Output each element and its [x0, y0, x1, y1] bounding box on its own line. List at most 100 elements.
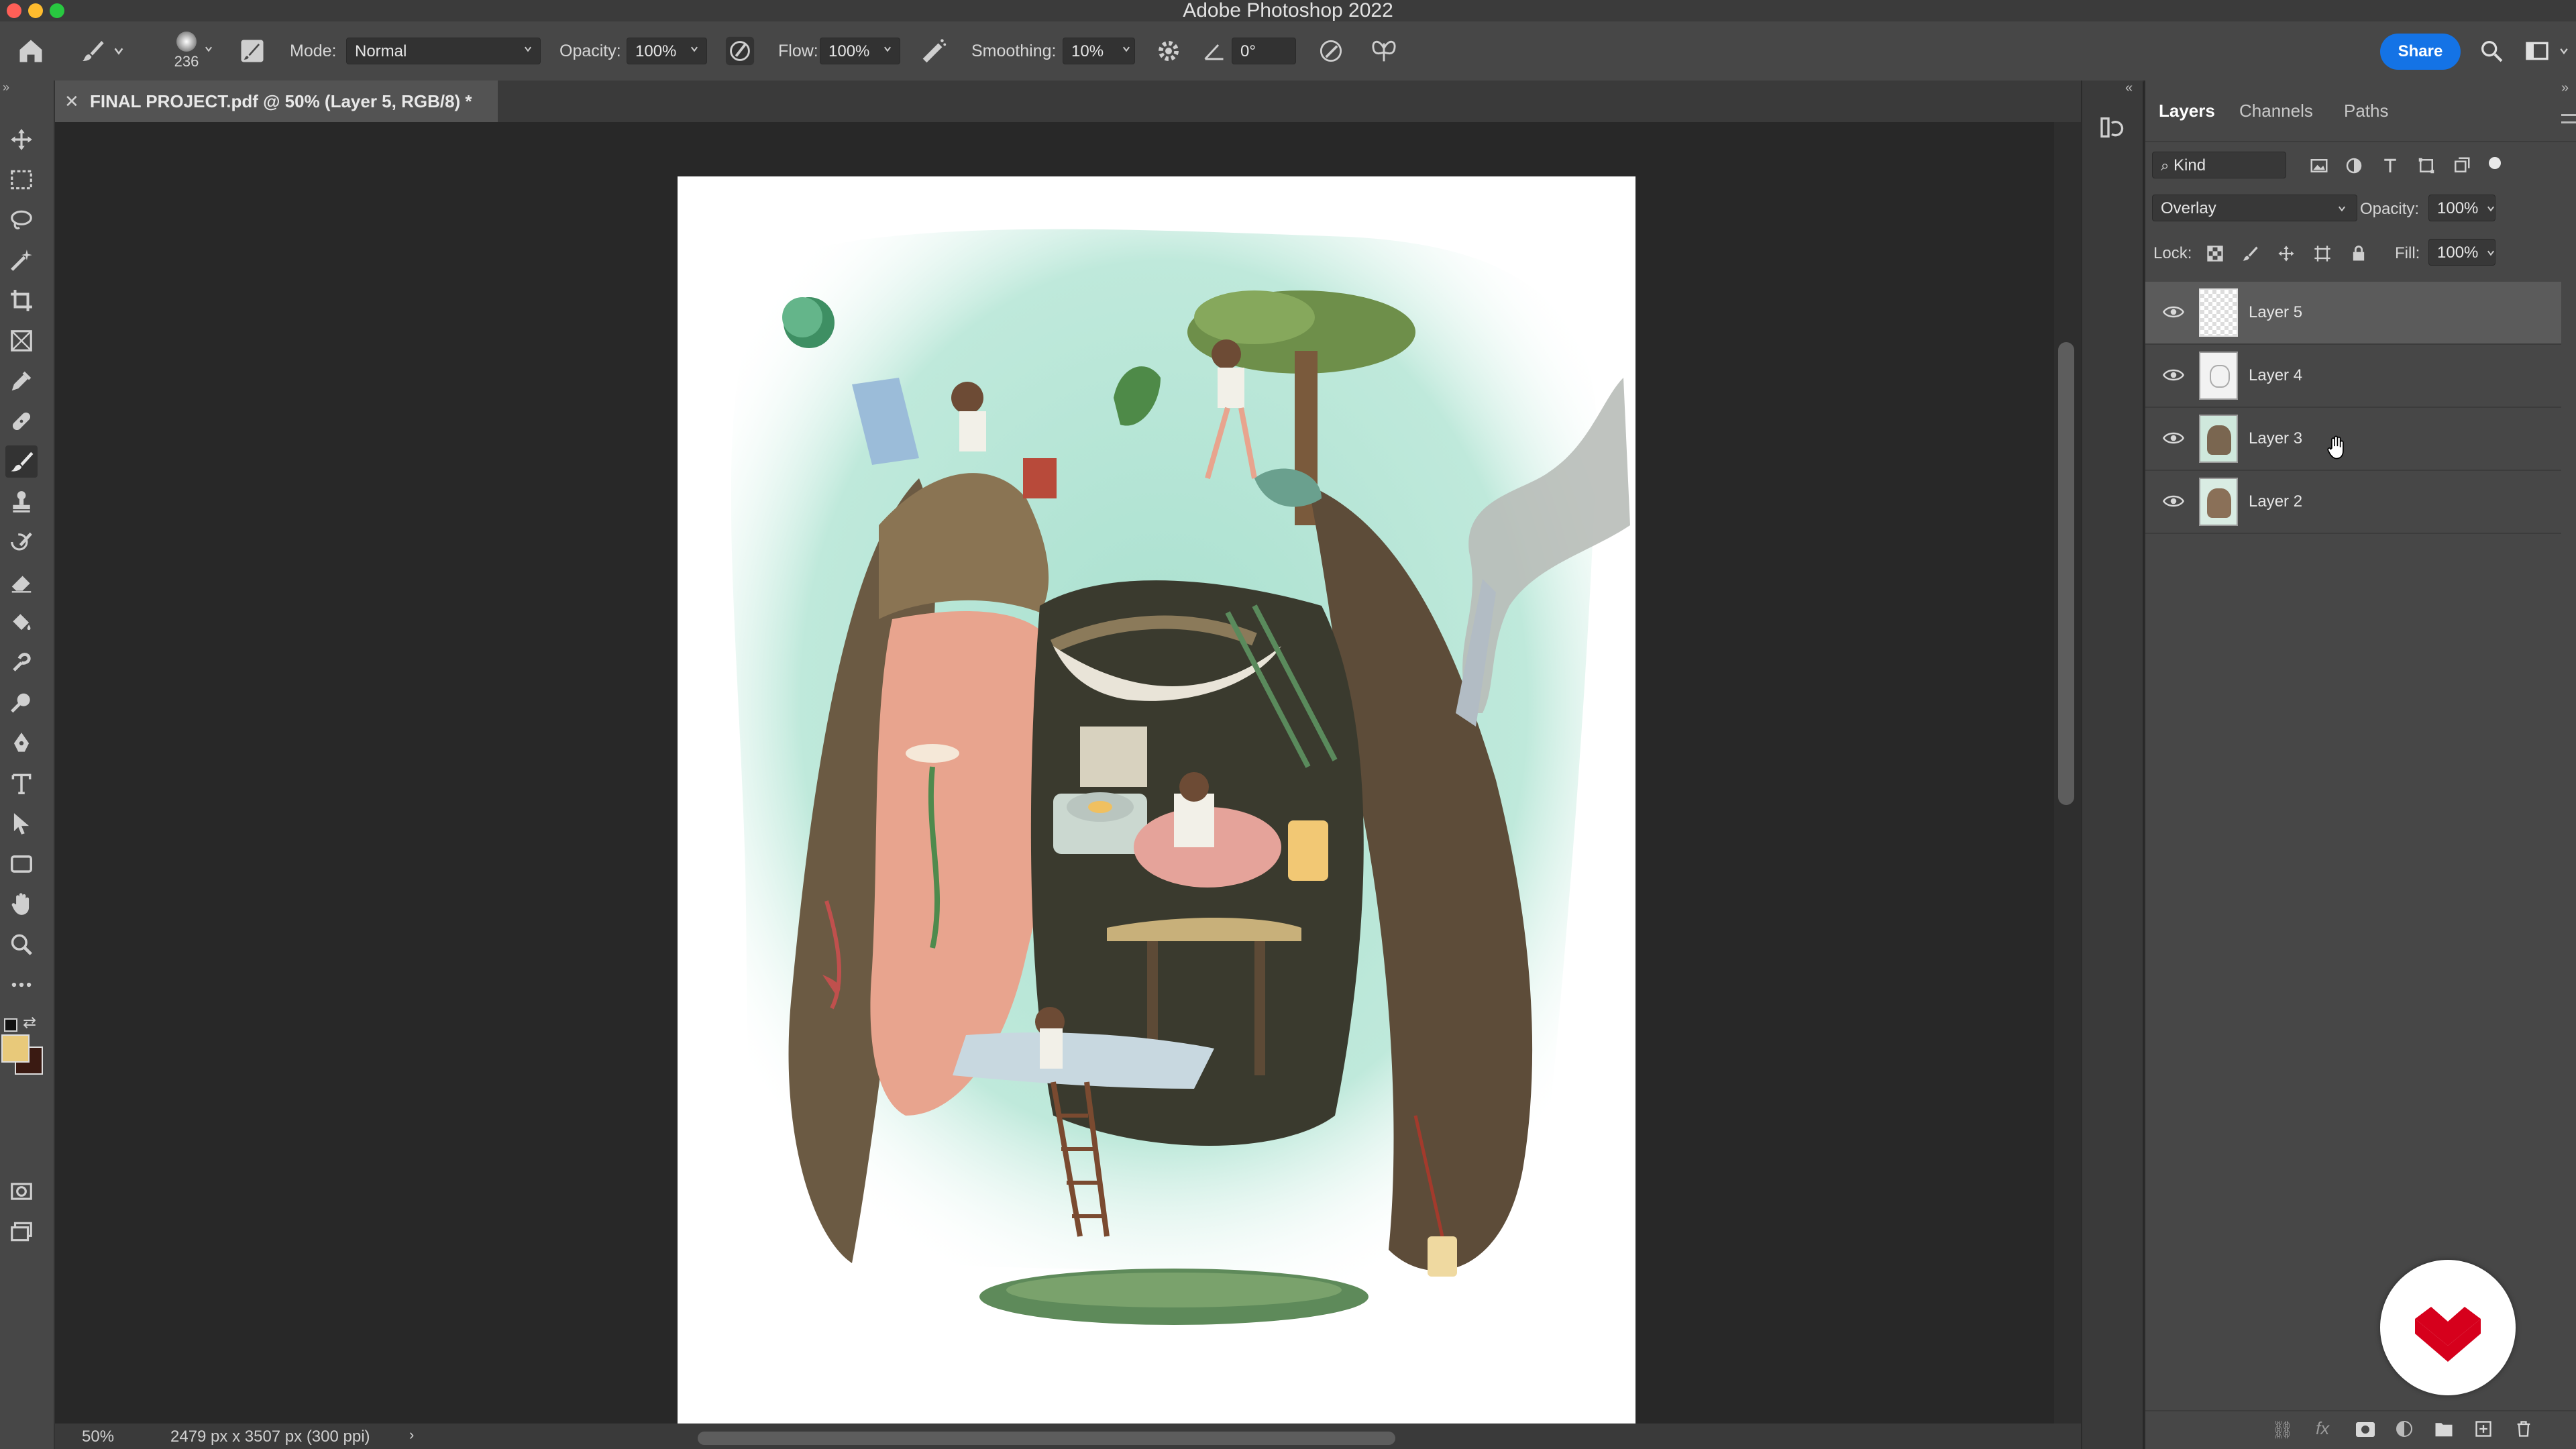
filter-smart-object-icon[interactable] [2451, 156, 2471, 176]
layer-row-layer-2[interactable]: Layer 2 [2145, 471, 2561, 534]
eraser-tool[interactable] [5, 566, 38, 598]
tab-paths[interactable]: Paths [2344, 101, 2389, 121]
blend-mode-select[interactable]: Overlay [2152, 195, 2357, 221]
fx-icon[interactable]: fx [2316, 1418, 2329, 1439]
lock-position-icon[interactable] [2277, 244, 2296, 263]
layer-row-layer-5[interactable]: Layer 5 [2145, 282, 2561, 345]
adjustment-layer-icon[interactable] [2396, 1421, 2412, 1437]
chevron-down-icon[interactable] [1122, 44, 1131, 54]
lock-image-icon[interactable] [2241, 244, 2259, 263]
document-canvas[interactable] [678, 176, 1635, 1426]
history-panel-button[interactable] [2098, 114, 2125, 141]
document-tab[interactable]: ✕ FINAL PROJECT.pdf @ 50% (Layer 5, RGB/… [55, 80, 498, 122]
rectangle-tool[interactable] [5, 848, 38, 880]
mode-select[interactable]: Normal [346, 38, 541, 64]
angle-field[interactable]: 0° [1232, 38, 1296, 64]
symmetry-button[interactable] [1368, 21, 1399, 80]
chevron-down-icon[interactable] [883, 44, 892, 54]
home-button[interactable] [16, 21, 46, 80]
share-button[interactable]: Share [2380, 34, 2461, 70]
zoom-tool[interactable] [5, 928, 38, 961]
path-selection-tool[interactable] [5, 808, 38, 840]
toolbar-collapse[interactable]: » [3, 80, 9, 95]
search-button[interactable] [2478, 21, 2505, 80]
lasso-tool[interactable] [5, 204, 38, 236]
layer-name[interactable]: Layer 5 [2249, 282, 2302, 343]
filter-pixel-icon[interactable] [2309, 156, 2329, 176]
lock-all-icon[interactable] [2349, 244, 2368, 263]
layer-row-layer-3[interactable]: Layer 3 [2145, 408, 2561, 471]
chevron-right-icon[interactable]: › [409, 1426, 414, 1444]
dodge-tool[interactable] [5, 687, 38, 719]
hand-icon [11, 893, 30, 915]
brush-settings-button[interactable] [237, 21, 267, 80]
layer-opacity-field[interactable]: 100% [2428, 195, 2496, 221]
document-info[interactable]: 2479 px x 3507 px (300 ppi) [170, 1428, 370, 1446]
workspace-button[interactable] [2524, 21, 2569, 80]
eye-icon[interactable] [2163, 305, 2184, 319]
expand-arrows-icon[interactable]: » [2561, 80, 2569, 96]
fill-field[interactable]: 100% [2428, 239, 2496, 266]
foreground-color-swatch[interactable] [1, 1034, 30, 1063]
pressure-opacity-button[interactable] [724, 21, 755, 80]
move-tool[interactable] [5, 123, 38, 156]
zoom-level[interactable]: 50% [82, 1428, 114, 1446]
link-layers-icon[interactable]: ⛓ [2271, 1419, 2294, 1440]
close-tab-icon[interactable]: ✕ [64, 80, 79, 122]
new-layer-icon[interactable] [2474, 1419, 2493, 1438]
chevron-down-icon[interactable] [204, 44, 213, 54]
clone-stamp-tool[interactable] [5, 486, 38, 518]
tab-layers[interactable]: Layers [2159, 101, 2215, 121]
filter-adjustment-icon[interactable] [2344, 156, 2364, 176]
default-colors-icon[interactable] [4, 1018, 17, 1032]
add-mask-icon[interactable] [2356, 1422, 2375, 1437]
swap-colors-icon[interactable]: ⇄ [23, 1013, 36, 1032]
pen-tool[interactable] [5, 727, 38, 759]
layer-name[interactable]: Layer 2 [2249, 471, 2302, 533]
smudge-tool[interactable] [5, 647, 38, 679]
edit-toolbar-button[interactable] [5, 969, 38, 1001]
airbrush-button[interactable] [918, 21, 949, 80]
brush-tool[interactable] [5, 445, 38, 478]
quick-mask-button[interactable] [5, 1175, 38, 1208]
screen-mode-button[interactable] [5, 1216, 38, 1248]
magic-wand-tool[interactable] [5, 244, 38, 276]
horizontal-scroll-thumb[interactable] [698, 1432, 1395, 1445]
crop-tool[interactable] [5, 284, 38, 317]
history-brush-tool[interactable] [5, 526, 38, 558]
pressure-size-button[interactable] [1316, 21, 1346, 80]
marquee-tool[interactable] [5, 164, 38, 196]
filter-shape-icon[interactable] [2416, 156, 2436, 176]
lock-transparent-icon[interactable] [2206, 244, 2224, 263]
layer-name[interactable]: Layer 3 [2249, 408, 2302, 470]
hand-tool[interactable] [5, 888, 38, 920]
layer-name[interactable]: Layer 4 [2249, 345, 2302, 407]
lock-artboard-icon[interactable] [2313, 244, 2332, 263]
frame-icon [11, 330, 32, 352]
filter-type-icon[interactable] [2380, 156, 2400, 176]
frame-tool[interactable] [5, 325, 38, 357]
layer-row-layer-4[interactable]: Layer 4 [2145, 345, 2561, 408]
eye-icon[interactable] [2163, 494, 2184, 508]
chevron-down-icon[interactable] [2486, 204, 2496, 213]
tab-channels[interactable]: Channels [2239, 101, 2313, 121]
artwork-illustration [731, 229, 1630, 1325]
gear-icon [1159, 41, 1179, 61]
chevron-down-icon[interactable] [2486, 248, 2496, 258]
new-group-icon[interactable] [2434, 1419, 2454, 1438]
eye-icon[interactable] [2163, 368, 2184, 382]
layer-filter-select[interactable]: ⌕ Kind [2152, 152, 2286, 178]
eye-icon[interactable] [2163, 431, 2184, 445]
type-tool[interactable] [5, 767, 38, 800]
tool-preset-picker[interactable] [79, 21, 125, 80]
filter-toggle-icon[interactable] [2489, 157, 2501, 169]
chevron-down-icon[interactable] [690, 44, 699, 54]
vertical-scroll-thumb[interactable] [2058, 342, 2074, 805]
healing-brush-tool[interactable] [5, 405, 38, 437]
smoothing-options-button[interactable] [1155, 21, 1182, 80]
eyedropper-tool[interactable] [5, 365, 38, 397]
delete-layer-icon[interactable] [2514, 1419, 2533, 1438]
collapse-arrows-icon[interactable]: « [2125, 80, 2133, 96]
panel-menu-icon[interactable] [2561, 114, 2576, 123]
paint-bucket-tool[interactable] [5, 606, 38, 639]
